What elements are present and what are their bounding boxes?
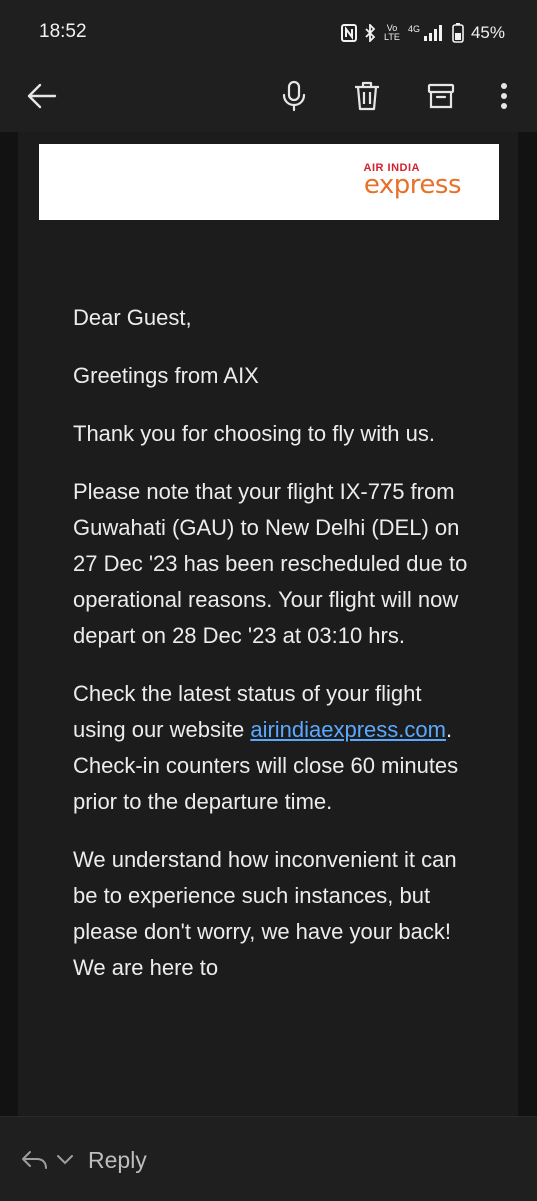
arrow-left-icon [27,83,57,109]
nfc-icon [340,24,357,42]
status-time: 18:52 [39,21,87,42]
email-body: Dear Guest, Greetings from AIX Thank you… [73,300,473,1008]
bluetooth-icon [364,24,376,42]
microphone-icon [282,80,306,112]
reply-button[interactable]: Reply [20,1143,147,1177]
apology-paragraph: We understand how inconvenient it can be… [73,847,457,980]
email-content[interactable]: AIR INDIA express Dear Guest, Greetings … [0,132,537,1116]
more-options-button[interactable] [480,72,528,120]
archive-button[interactable] [417,72,465,120]
volte-label: Vo LTE [384,23,400,42]
chevron-down-icon[interactable] [56,1154,74,1166]
dictate-button[interactable] [270,72,318,120]
email-toolbar [0,64,537,132]
airline-logo-banner: AIR INDIA express [39,144,499,220]
greeting: Dear Guest, [73,305,192,330]
reply-label: Reply [88,1146,147,1173]
battery-icon [452,23,464,43]
more-vertical-icon [501,83,507,109]
signal-icon: 4G [408,24,445,42]
website-link[interactable]: airindiaexpress.com [250,717,446,742]
archive-icon [427,83,455,109]
logo-express: express [363,170,462,200]
status-paragraph: Check the latest status of your flight u… [73,676,473,820]
status-bar: 18:52 Vo LTE 4G 45% [0,0,537,64]
reply-icon [22,1151,47,1169]
thanks-paragraph: Thank you for choosing to fly with us. [73,421,435,446]
volte-icon: Vo LTE [383,24,401,42]
reply-bar: Reply [0,1116,537,1201]
trash-icon [355,81,379,111]
battery-percent: 45% [470,23,505,42]
reschedule-notice: Please note that your flight IX-775 from… [73,479,468,648]
network-type-label: 4G [407,24,420,34]
delete-button[interactable] [343,72,391,120]
status-icons: Vo LTE 4G 45% [340,21,505,45]
back-button[interactable] [18,72,66,120]
greetings-line: Greetings from AIX [73,363,259,388]
